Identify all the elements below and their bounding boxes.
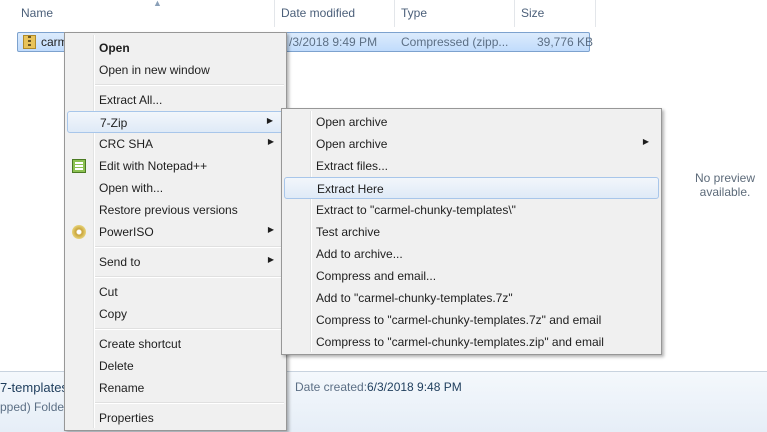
menu-item-restore-previous-label: Restore previous versions [99,203,238,217]
menu-item-open-label: Open [99,41,130,55]
menu-item-properties[interactable]: Properties [67,407,284,429]
submenu-item-compress-7z-email[interactable]: Compress to "carmel-chunky-templates.7z"… [284,309,659,331]
menu-item-properties-label: Properties [99,411,154,425]
submenu-item-add-to-archive[interactable]: Add to archive... [284,243,659,265]
submenu-item-extract-files[interactable]: Extract files... [284,155,659,177]
file-date-modified: /3/2018 9:49 PM [289,35,378,49]
menu-item-cut[interactable]: Cut [67,281,284,303]
submenu-item-test-archive[interactable]: Test archive [284,221,659,243]
submenu-arrow-icon: ▶ [267,137,274,146]
submenu-item-compress-7z-email-label: Compress to "carmel-chunky-templates.7z"… [316,313,602,327]
submenu-item-test-archive-label: Test archive [316,225,381,239]
menu-separator [95,246,284,248]
submenu-item-open-archive-label: Open archive [316,115,388,129]
submenu-arrow-icon: ▶ [266,116,273,125]
menu-item-poweriso-label: PowerISO [99,225,154,239]
menu-item-crc-sha-label: CRC SHA [99,137,154,151]
menu-item-delete-label: Delete [99,359,134,373]
submenu-item-compress-zip-email[interactable]: Compress to "carmel-chunky-templates.zip… [284,331,659,353]
menu-item-delete[interactable]: Delete [67,355,284,377]
column-header-name[interactable]: Name ▲ [15,0,275,27]
menu-item-create-shortcut-label: Create shortcut [99,337,182,351]
column-header-date-modified[interactable]: Date modified [275,0,395,27]
menu-item-send-to-label: Send to [99,255,141,269]
menu-separator [95,402,284,404]
submenu-item-extract-here[interactable]: Extract Here [284,177,659,199]
submenu-item-compress-email-label: Compress and email... [316,269,437,283]
submenu-item-open-archive-sub-label: Open archive [316,137,388,151]
submenu-item-extract-to[interactable]: Extract to "carmel-chunky-templates\" [284,199,659,221]
menu-item-open-new-window[interactable]: Open in new window [67,59,284,81]
menu-item-open-with-label: Open with... [99,181,164,195]
column-header-size-label: Size [521,6,545,20]
submenu-item-add-to-archive-label: Add to archive... [316,247,403,261]
submenu-item-extract-to-label: Extract to "carmel-chunky-templates\" [316,203,516,217]
submenu-arrow-icon: ▶ [267,255,274,264]
seven-zip-submenu: Open archive Open archive ▶ Extract file… [281,108,662,355]
menu-separator [95,276,284,278]
column-header-type-label: Type [401,6,428,20]
menu-item-rename-label: Rename [99,381,145,395]
menu-item-create-shortcut[interactable]: Create shortcut [67,333,284,355]
file-type: Compressed (zipp... [401,35,509,49]
submenu-item-compress-email[interactable]: Compress and email... [284,265,659,287]
column-header-name-label: Name [21,6,54,20]
menu-item-edit-notepad-label: Edit with Notepad++ [99,159,208,173]
menu-separator [95,328,284,330]
details-date-created-label: Date created: [295,380,368,394]
menu-item-crc-sha[interactable]: CRC SHA ▶ [67,133,284,155]
menu-item-send-to[interactable]: Send to ▶ [67,251,284,273]
menu-item-edit-notepad[interactable]: Edit with Notepad++ [67,155,284,177]
menu-item-open[interactable]: Open [67,37,284,59]
column-header-type[interactable]: Type [395,0,515,27]
sort-ascending-icon: ▲ [153,0,162,8]
menu-item-7zip[interactable]: 7-Zip ▶ [67,111,284,133]
menu-item-extract-all-label: Extract All... [99,93,163,107]
context-menu: Open Open in new window Extract All... 7… [64,32,287,431]
menu-item-copy[interactable]: Copy [67,303,284,325]
menu-item-copy-label: Copy [99,307,128,321]
submenu-item-compress-zip-email-label: Compress to "carmel-chunky-templates.zip… [316,335,604,349]
details-file-type: pped) Folde [0,400,65,414]
menu-item-7zip-label: 7-Zip [100,116,128,130]
submenu-item-extract-files-label: Extract files... [316,159,389,173]
menu-separator [95,84,284,86]
menu-item-poweriso[interactable]: PowerISO ▶ [67,221,284,243]
notepad-plus-icon [72,159,86,173]
zip-folder-icon [23,35,36,49]
details-file-name: 7-templates [0,380,68,395]
menu-item-open-with[interactable]: Open with... [67,177,284,199]
no-preview-text: No preview available. [694,171,756,199]
menu-item-extract-all[interactable]: Extract All... [67,89,284,111]
submenu-item-extract-here-label: Extract Here [317,182,384,196]
submenu-item-open-archive-sub[interactable]: Open archive ▶ [284,133,659,155]
submenu-arrow-icon: ▶ [267,225,274,234]
menu-item-cut-label: Cut [99,285,118,299]
submenu-item-open-archive[interactable]: Open archive [284,111,659,133]
menu-item-open-new-window-label: Open in new window [99,63,210,77]
column-header-size[interactable]: Size [515,0,596,27]
submenu-item-add-to-7z-label: Add to "carmel-chunky-templates.7z" [316,291,513,305]
submenu-item-add-to-7z[interactable]: Add to "carmel-chunky-templates.7z" [284,287,659,309]
poweriso-disc-icon [72,225,86,239]
column-header-date-label: Date modified [281,6,356,20]
menu-item-restore-previous[interactable]: Restore previous versions [67,199,284,221]
submenu-arrow-icon: ▶ [642,137,649,146]
menu-item-rename[interactable]: Rename [67,377,284,399]
file-size: 39,776 KB [537,35,594,49]
details-date-created-value: 6/3/2018 9:48 PM [367,380,462,394]
